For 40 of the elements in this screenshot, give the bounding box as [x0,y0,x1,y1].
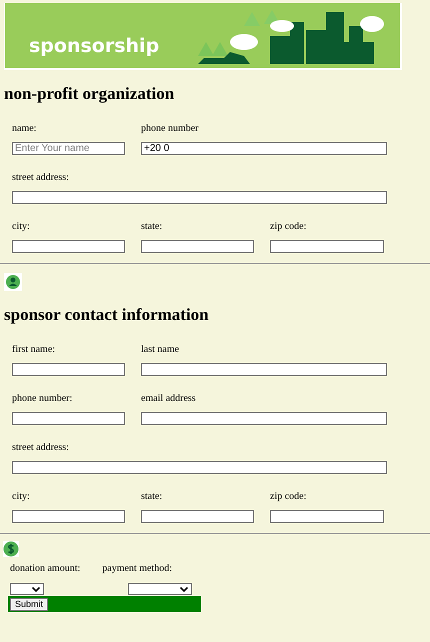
input-field[interactable] [12,240,125,253]
field-label: payment method: [102,563,173,575]
field-label: street address: [12,442,70,454]
caret-icon [180,586,188,592]
dropdown-select[interactable] [128,583,192,595]
input-field[interactable] [270,240,384,253]
person-icon [4,273,22,291]
input-field[interactable]: Enter Your name [12,142,125,155]
banner-title: sponsorship [29,34,160,56]
field-label: city: [12,221,31,233]
field-label: donation amount: [10,563,80,575]
field-label: state: [141,221,164,233]
input-field[interactable] [12,363,125,376]
section-heading: sponsor contact information [4,305,210,325]
submit-button[interactable]: Submit [10,598,48,610]
input-field[interactable] [12,510,125,523]
field-label: name: [12,123,38,135]
input-field[interactable] [141,510,254,523]
input-field[interactable] [141,412,387,425]
field-label: first name: [12,344,56,356]
field-label: street address: [12,172,70,184]
section-heading: non-profit organization [4,84,176,104]
dollar-icon [3,541,19,557]
input-field[interactable] [141,363,387,376]
input-field[interactable] [12,461,387,474]
field-label: city: [12,491,31,503]
field-label: zip code: [270,491,308,503]
field-label: state: [141,491,164,503]
input-field[interactable] [270,510,384,523]
field-label: phone number [141,123,200,135]
input-field[interactable] [141,240,254,253]
input-field[interactable]: +20 0 [141,142,387,155]
field-label: email address [141,393,197,405]
input-field[interactable] [12,412,125,425]
field-label: phone number: [12,393,74,405]
caret-icon [32,586,40,592]
dropdown-select[interactable] [10,583,44,595]
field-label: last name [141,344,180,356]
field-label: zip code: [270,221,308,233]
input-field[interactable] [12,191,387,204]
